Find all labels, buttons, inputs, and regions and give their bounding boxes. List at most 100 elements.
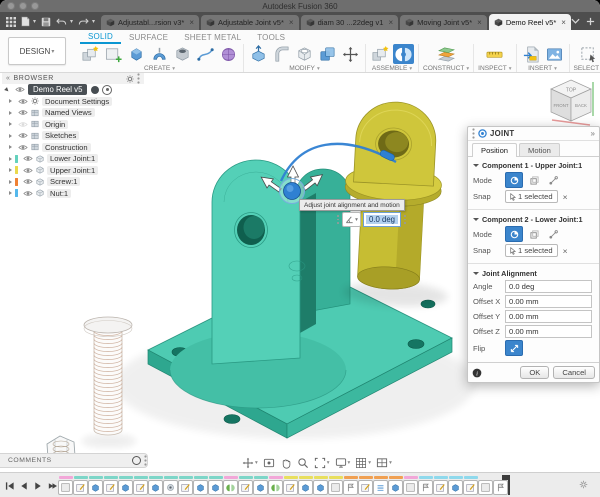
browser-item[interactable]: Screw:1 (2, 176, 144, 188)
sketch-feature-icon[interactable] (238, 480, 253, 495)
flag-feature-icon[interactable] (343, 480, 358, 495)
new-document-icon[interactable] (586, 17, 595, 26)
look-at-nav-button[interactable] (263, 457, 275, 469)
mode-motion-button[interactable] (545, 173, 561, 187)
sketch-feature-icon[interactable] (178, 480, 193, 495)
decal-icon[interactable] (544, 44, 565, 64)
expander-icon[interactable] (9, 157, 12, 161)
browser-root-label[interactable]: Demo Reel v5 (28, 84, 87, 95)
assemble-component-icon[interactable] (370, 44, 391, 64)
timeline-feature[interactable] (418, 476, 433, 495)
document-tab[interactable]: diam 30 ...22deg v1× (301, 15, 399, 30)
sketch-feature-icon[interactable] (463, 480, 478, 495)
hole-icon[interactable] (172, 44, 193, 64)
extrude-feature-icon[interactable] (298, 480, 313, 495)
file-menu-icon[interactable] (21, 16, 30, 27)
drag-handle-icon[interactable] (336, 214, 340, 226)
expander-icon[interactable] (9, 134, 12, 138)
browser-settings-icon[interactable] (126, 75, 134, 83)
tab-close-icon[interactable]: × (477, 18, 482, 27)
step-forward-icon[interactable] (47, 481, 57, 491)
redo-icon[interactable] (78, 17, 89, 26)
thread-feature-icon[interactable] (373, 480, 388, 495)
joint-tab-position[interactable]: Position (472, 143, 517, 157)
timeline-playhead[interactable] (508, 475, 510, 495)
component-section-header[interactable]: Component 1 - Upper Joint:1 (473, 161, 594, 170)
combine-icon[interactable] (317, 44, 338, 64)
timeline-feature[interactable] (133, 476, 148, 495)
construct-plane-icon[interactable] (436, 44, 457, 64)
play-icon[interactable] (33, 481, 43, 491)
create-sketch-icon[interactable] (103, 44, 124, 64)
extrude-feature-icon[interactable] (448, 480, 463, 495)
expander-icon[interactable] (9, 122, 12, 126)
expander-icon[interactable] (9, 180, 12, 184)
ribbon-tab-surface[interactable]: SURFACE (121, 31, 176, 44)
step-back-icon[interactable] (19, 481, 29, 491)
component-section-header[interactable]: Component 2 - Lower Joint:1 (473, 215, 594, 224)
visibility-eye-icon[interactable] (18, 98, 28, 105)
fillet-icon[interactable] (271, 44, 292, 64)
kebab-menu-icon[interactable] (137, 73, 140, 84)
browser-item-label[interactable]: Nut:1 (47, 189, 71, 198)
browser-item[interactable]: Construction (2, 142, 144, 154)
box-feature-icon[interactable] (403, 480, 418, 495)
snap-selection-button[interactable]: 1 selected (505, 190, 558, 203)
sketch-feature-icon[interactable] (358, 480, 373, 495)
new-component-icon[interactable] (80, 44, 101, 64)
app-grid-icon[interactable] (6, 17, 16, 27)
timeline-feature[interactable] (298, 476, 313, 495)
tab-list-icon[interactable] (571, 18, 580, 24)
timeline-feature[interactable] (58, 476, 73, 495)
expander-icon[interactable] (4, 87, 10, 93)
timeline-feature[interactable] (148, 476, 163, 495)
timeline-feature[interactable] (388, 476, 403, 495)
browser-item-label[interactable]: Construction (42, 143, 91, 152)
timeline-feature[interactable] (313, 476, 328, 495)
visibility-eye-icon[interactable] (23, 190, 33, 197)
skip-to-start-icon[interactable] (5, 481, 15, 491)
group-label-insert[interactable]: INSERT▾ (528, 65, 557, 72)
hole-feature-icon[interactable] (163, 480, 178, 495)
dialog-expand-icon[interactable]: » (591, 129, 595, 138)
tab-close-icon[interactable]: × (561, 18, 566, 27)
extrude-feature-icon[interactable] (313, 480, 328, 495)
timeline-feature[interactable] (88, 476, 103, 495)
field-input[interactable]: 0.00 mm (505, 310, 592, 323)
visibility-eye-icon[interactable] (23, 155, 33, 162)
expander-icon[interactable] (9, 168, 12, 172)
browser-item[interactable]: Named Views (2, 107, 144, 119)
collapse-panel-icon[interactable]: « (6, 75, 11, 82)
timeline-feature[interactable] (118, 476, 133, 495)
timeline-feature[interactable] (433, 476, 448, 495)
timeline-feature[interactable] (163, 476, 178, 495)
timeline-feature[interactable] (193, 476, 208, 495)
group-label-construct[interactable]: CONSTRUCT▾ (423, 65, 469, 72)
ok-button[interactable]: OK (520, 366, 549, 379)
joint-feature-icon[interactable] (268, 480, 283, 495)
timeline-feature[interactable] (373, 476, 388, 495)
browser-item[interactable]: Nut:1 (2, 188, 144, 200)
pan-nav-button[interactable] (280, 457, 292, 469)
timeline-feature[interactable] (253, 476, 268, 495)
expander-icon[interactable] (9, 99, 12, 103)
extrude-feature-icon[interactable] (148, 480, 163, 495)
expander-icon[interactable] (9, 145, 12, 149)
box-feature-icon[interactable] (58, 480, 73, 495)
extrude-feature-icon[interactable] (208, 480, 223, 495)
box-feature-icon[interactable] (478, 480, 493, 495)
flip-button[interactable] (505, 340, 523, 356)
extrude-icon[interactable] (126, 44, 147, 64)
timeline-feature[interactable] (448, 476, 463, 495)
timeline-feature[interactable] (358, 476, 373, 495)
timeline-feature[interactable] (463, 476, 478, 495)
browser-item-label[interactable]: Lower Joint:1 (47, 154, 98, 163)
document-tab[interactable]: Adjustable Joint v5*× (201, 15, 299, 30)
browser-item[interactable]: Lower Joint:1 (2, 153, 144, 165)
browser-item-label[interactable]: Document Settings (42, 97, 112, 106)
group-label-create[interactable]: CREATE▾ (144, 65, 175, 72)
flag-feature-icon[interactable] (493, 480, 508, 495)
grid-layout-nav-button[interactable]: ▾ (355, 457, 371, 469)
timeline-feature[interactable] (223, 476, 238, 495)
ribbon-tab-tools[interactable]: TOOLS (249, 31, 293, 44)
